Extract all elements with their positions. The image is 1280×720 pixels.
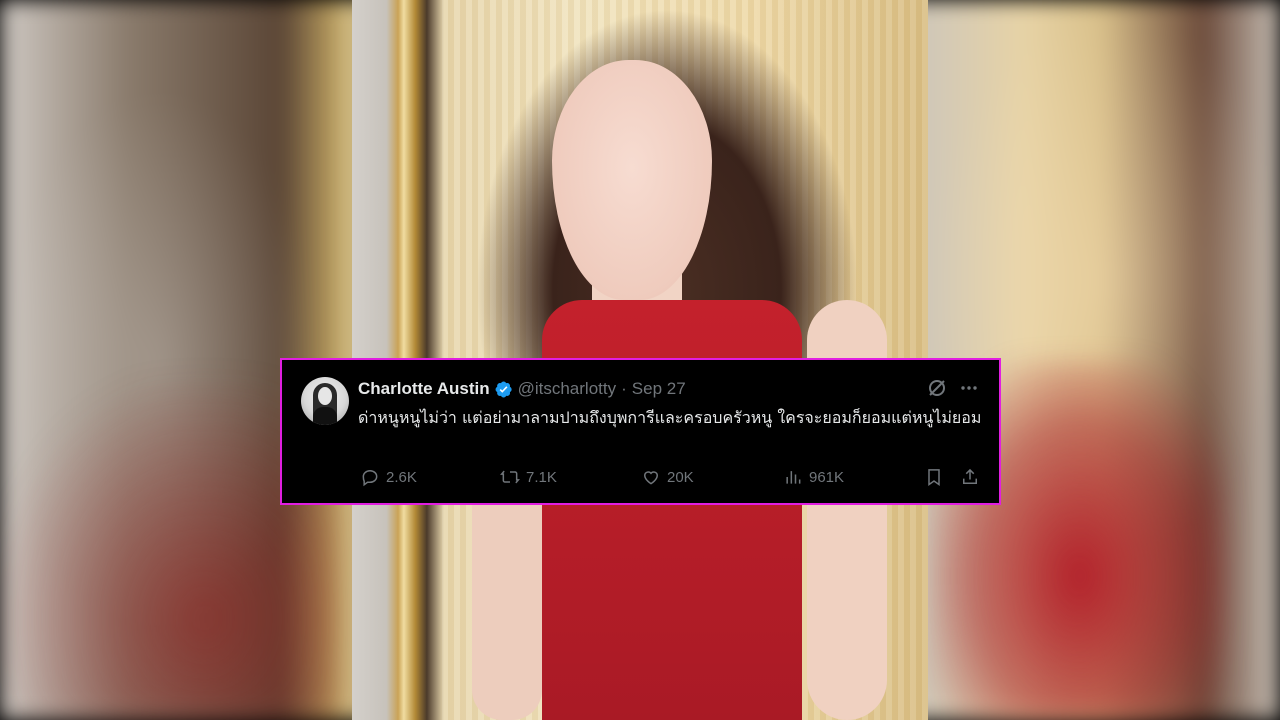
repost-button[interactable]: 7.1K — [500, 467, 557, 487]
repost-count: 7.1K — [526, 468, 557, 486]
author-handle[interactable]: @itscharlotty — [518, 379, 617, 399]
grok-icon[interactable] — [927, 378, 947, 398]
like-count: 20K — [667, 468, 694, 486]
bookmark-icon — [928, 469, 940, 486]
heart-icon — [643, 471, 659, 485]
tweet-date[interactable]: Sep 27 — [632, 379, 686, 399]
avatar[interactable] — [301, 377, 349, 425]
repost-icon — [500, 470, 520, 484]
reply-button[interactable]: 2.6K — [360, 467, 417, 487]
views-count: 961K — [809, 468, 845, 486]
views-button[interactable]: 961K — [783, 467, 844, 487]
verified-badge-icon — [495, 380, 512, 398]
face — [552, 60, 712, 300]
tweet-header: Charlotte Austin @itscharlotty · Sep 27 — [358, 378, 686, 400]
tweet-actions: 2.6K 7.1K 20K 961K — [358, 465, 983, 493]
reply-count: 2.6K — [386, 468, 417, 486]
share-button[interactable] — [960, 467, 980, 487]
tweet-card: Charlotte Austin @itscharlotty · Sep 27 … — [280, 358, 1001, 505]
bookmark-button[interactable] — [924, 467, 944, 487]
left-arm — [472, 470, 542, 720]
tweet-text: ด่าหนูหนูไม่ว่า แต่อย่ามาลามปามถึงบุพการ… — [358, 408, 982, 427]
share-icon — [963, 468, 977, 484]
reply-icon — [362, 469, 378, 487]
tweet-top-actions — [927, 378, 979, 398]
like-button[interactable]: 20K — [641, 467, 694, 487]
author-name[interactable]: Charlotte Austin — [358, 379, 490, 399]
more-icon[interactable] — [959, 378, 979, 398]
separator-dot: · — [621, 379, 627, 398]
views-icon — [786, 471, 801, 484]
